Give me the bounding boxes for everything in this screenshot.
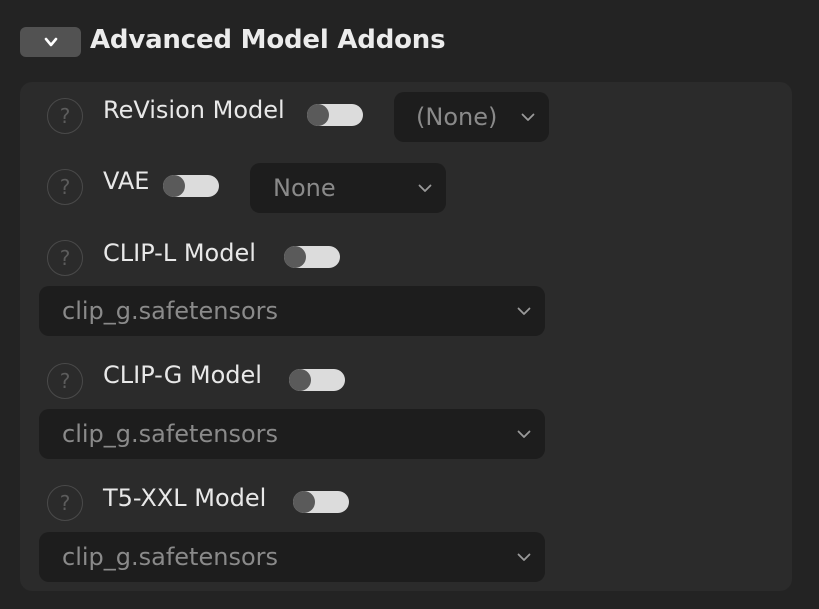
t5-xxl-model-toggle[interactable]	[293, 491, 349, 513]
section-title: Advanced Model Addons	[90, 25, 446, 55]
app-root: Advanced Model Addons ? ReVision Model (…	[0, 0, 819, 609]
clip-g-model-toggle[interactable]	[289, 369, 345, 391]
help-icon[interactable]: ?	[47, 485, 83, 521]
collapse-toggle-button[interactable]	[20, 27, 81, 57]
revision-model-select[interactable]: (None)	[394, 92, 549, 142]
revision-model-toggle[interactable]	[307, 104, 363, 126]
toggle-knob	[163, 175, 185, 197]
clip-g-model-label: CLIP-G Model	[103, 361, 262, 389]
toggle-knob	[307, 104, 329, 126]
t5-xxl-model-label: T5-XXL Model	[103, 484, 267, 512]
help-icon[interactable]: ?	[47, 240, 83, 276]
t5-xxl-model-select[interactable]: clip_g.safetensors	[39, 532, 545, 582]
toggle-knob	[293, 491, 315, 513]
clip-l-model-select[interactable]: clip_g.safetensors	[39, 286, 545, 336]
chevron-down-icon	[517, 430, 531, 438]
help-icon[interactable]: ?	[47, 363, 83, 399]
chevron-down-icon	[44, 37, 57, 47]
vae-select[interactable]: None	[250, 163, 446, 213]
clip-l-model-label: CLIP-L Model	[103, 239, 256, 267]
addons-panel: ? ReVision Model (None) ? VAE None ? CLI…	[20, 82, 792, 591]
vae-toggle[interactable]	[163, 175, 219, 197]
revision-model-select-value: (None)	[416, 103, 498, 131]
toggle-knob	[289, 369, 311, 391]
revision-model-label: ReVision Model	[103, 96, 285, 124]
clip-g-model-select-value: clip_g.safetensors	[62, 420, 278, 448]
toggle-knob	[284, 246, 306, 268]
clip-l-model-toggle[interactable]	[284, 246, 340, 268]
help-icon[interactable]: ?	[47, 98, 83, 134]
vae-label: VAE	[103, 167, 150, 195]
chevron-down-icon	[521, 113, 535, 121]
t5-xxl-model-select-value: clip_g.safetensors	[62, 543, 278, 571]
vae-select-value: None	[273, 174, 336, 202]
chevron-down-icon	[517, 307, 531, 315]
clip-l-model-select-value: clip_g.safetensors	[62, 297, 278, 325]
help-icon[interactable]: ?	[47, 169, 83, 205]
chevron-down-icon	[517, 553, 531, 561]
clip-g-model-select[interactable]: clip_g.safetensors	[39, 409, 545, 459]
chevron-down-icon	[418, 184, 432, 192]
